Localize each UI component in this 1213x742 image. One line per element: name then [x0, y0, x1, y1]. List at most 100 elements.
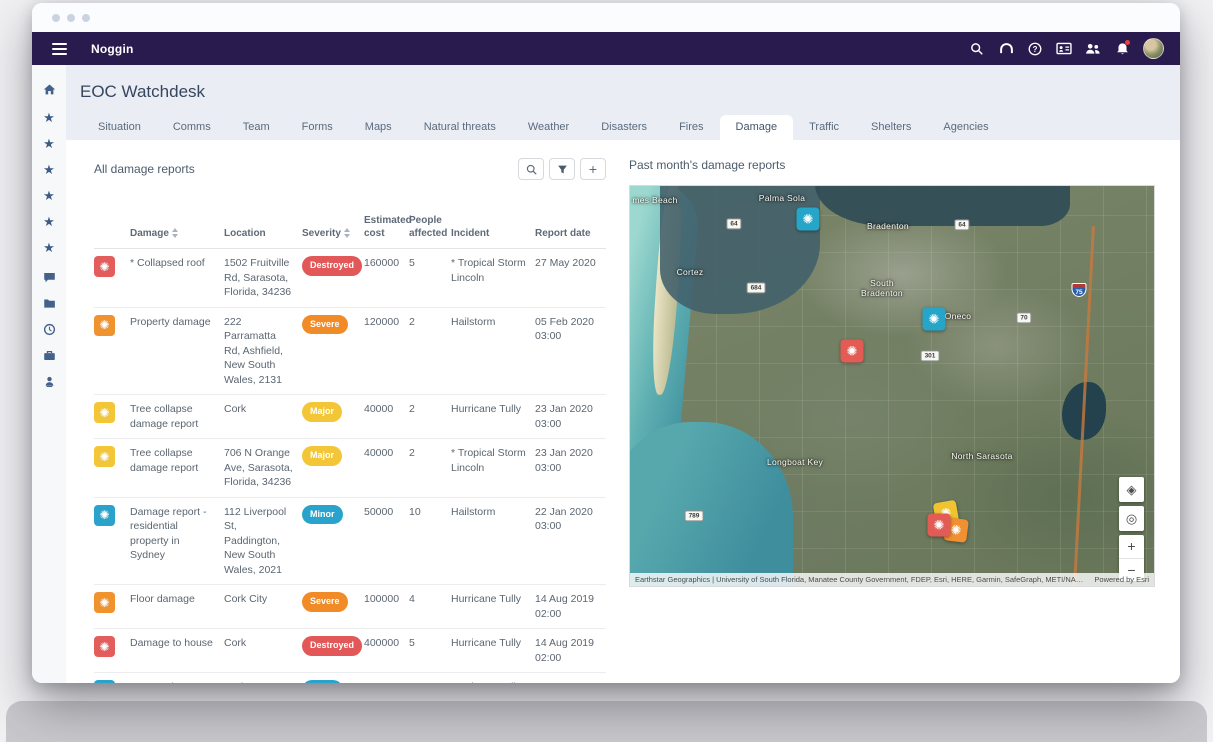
- avatar[interactable]: [1143, 38, 1164, 59]
- column-header-severity[interactable]: Severity: [302, 227, 364, 240]
- burst-icon: ✺: [803, 213, 814, 226]
- tab-maps[interactable]: Maps: [349, 115, 408, 140]
- table-row[interactable]: ✺Tree collapse damage report706 N Orange…: [94, 439, 606, 498]
- map-place-label: mes Beach: [632, 195, 677, 205]
- column-header-damage[interactable]: Damage: [130, 227, 224, 240]
- damage-icon-cell: ✺: [94, 256, 130, 300]
- sidebar-item-chat[interactable]: [32, 267, 66, 293]
- map-panel-title: Past month's damage reports: [629, 158, 1155, 172]
- route-shield: 70: [1016, 312, 1031, 323]
- people-affected-cell: 2: [409, 402, 451, 431]
- burst-icon: ✺: [99, 509, 109, 521]
- add-report-button[interactable]: +: [580, 158, 606, 180]
- map-marker-red[interactable]: ✺: [841, 340, 864, 363]
- table-row[interactable]: ✺Damage to houseCorkDestroyed4000005Hurr…: [94, 629, 606, 673]
- table-row[interactable]: ✺Damage report - residential property in…: [94, 498, 606, 586]
- sidebar-item-star-5[interactable]: ★: [32, 209, 66, 235]
- burst-icon: ✺: [99, 407, 109, 419]
- map-canvas[interactable]: mes BeachPalma SolaBradentonCortezSouth …: [629, 185, 1155, 587]
- map-marker-teal[interactable]: ✺: [923, 308, 946, 331]
- tab-natural-threats[interactable]: Natural threats: [408, 115, 512, 140]
- map-marker-red[interactable]: ✺: [928, 514, 951, 537]
- damage-icon-cell: ✺: [94, 636, 130, 665]
- table-row[interactable]: ✺Garage door damage reportCorkMinor10004…: [94, 673, 606, 683]
- cost-cell: 1000: [364, 680, 409, 683]
- incident-cell: Hurricane Tully: [451, 636, 535, 665]
- map-place-label: Bradenton: [867, 221, 909, 231]
- damage-type-icon: ✺: [94, 256, 115, 277]
- severity-badge: Severe: [302, 315, 348, 335]
- headset-icon[interactable]: [998, 41, 1014, 57]
- damage-type-icon: ✺: [94, 446, 115, 467]
- location-cell: Cork: [224, 636, 302, 665]
- tab-disasters[interactable]: Disasters: [585, 115, 663, 140]
- column-label: Estimated cost: [364, 214, 412, 240]
- table-row[interactable]: ✺Floor damageCork CitySevere1000004Hurri…: [94, 585, 606, 629]
- help-icon[interactable]: ?: [1027, 41, 1043, 57]
- left-icon-rail: ★★★★★★: [32, 65, 66, 683]
- map-place-label: Oneco: [945, 311, 972, 321]
- contact-card-icon[interactable]: [1056, 41, 1072, 57]
- people-affected-cell: 4: [409, 680, 451, 683]
- burst-icon: ✺: [950, 523, 962, 537]
- desktop-background: Noggin ? ★★★★★★ EOC Watchdesk SituationC…: [0, 0, 1213, 742]
- tab-traffic[interactable]: Traffic: [793, 115, 855, 140]
- tab-forms[interactable]: Forms: [286, 115, 349, 140]
- damage-icon-cell: ✺: [94, 315, 130, 388]
- search-button[interactable]: [518, 158, 544, 180]
- tab-situation[interactable]: Situation: [82, 115, 157, 140]
- report-date-cell: 23 Jan 2020 03:00: [535, 446, 606, 490]
- severity-cell: Minor: [302, 505, 364, 578]
- map-place-label: Longboat Key: [767, 457, 823, 467]
- basemap-button[interactable]: ◈: [1119, 477, 1144, 502]
- incident-cell: * Tropical Storm Lincoln: [451, 256, 535, 300]
- tab-panel-damage: All damage reports +: [66, 140, 1180, 683]
- table-row[interactable]: ✺Tree collapse damage reportCorkMajor400…: [94, 395, 606, 439]
- sidebar-item-star-4[interactable]: ★: [32, 183, 66, 209]
- route-shield: 789: [685, 510, 704, 521]
- damage-type-icon: ✺: [94, 402, 115, 423]
- sidebar-item-clock[interactable]: [32, 319, 66, 345]
- search-icon[interactable]: [969, 41, 985, 57]
- severity-badge: Major: [302, 402, 342, 422]
- sidebar-item-person[interactable]: [32, 371, 66, 397]
- sidebar-item-star-1[interactable]: ★: [32, 105, 66, 131]
- sidebar-item-star-2[interactable]: ★: [32, 131, 66, 157]
- map-water-bay: [660, 186, 820, 314]
- damage-icon-cell: ✺: [94, 402, 130, 431]
- zoom-in-button[interactable]: +: [1119, 535, 1144, 558]
- sidebar-item-star-6[interactable]: ★: [32, 235, 66, 261]
- location-cell: 706 N Orange Ave, Sarasota, Florida, 342…: [224, 446, 302, 490]
- clock-icon: [43, 323, 56, 341]
- severity-cell: Severe: [302, 592, 364, 621]
- table-row[interactable]: ✺* Collapsed roof1502 Fruitville Rd, Sar…: [94, 249, 606, 308]
- severity-badge: Minor: [302, 680, 343, 683]
- column-header-incident: Incident: [451, 227, 535, 240]
- menu-icon[interactable]: [52, 43, 67, 55]
- window-dot: [82, 14, 90, 22]
- sidebar-item-folder[interactable]: [32, 293, 66, 319]
- people-icon[interactable]: [1085, 41, 1101, 57]
- sidebar-item-star-3[interactable]: ★: [32, 157, 66, 183]
- tab-shelters[interactable]: Shelters: [855, 115, 927, 140]
- tab-weather[interactable]: Weather: [512, 115, 585, 140]
- filter-button[interactable]: [549, 158, 575, 180]
- people-affected-cell: 10: [409, 505, 451, 578]
- tab-damage[interactable]: Damage: [720, 115, 794, 140]
- tab-fires[interactable]: Fires: [663, 115, 719, 140]
- burst-icon: ✺: [99, 319, 109, 331]
- locate-button[interactable]: ◎: [1119, 506, 1144, 531]
- sidebar-item-home[interactable]: [32, 79, 66, 105]
- column-header-estimated-cost: Estimated cost: [364, 214, 409, 240]
- map-place-label: South Bradenton: [853, 278, 911, 298]
- tab-team[interactable]: Team: [227, 115, 286, 140]
- incident-cell: Hailstorm: [451, 505, 535, 578]
- damage-cell: Damage to house: [130, 636, 224, 665]
- sidebar-item-briefcase[interactable]: [32, 345, 66, 371]
- bell-icon[interactable]: [1114, 41, 1130, 57]
- tab-agencies[interactable]: Agencies: [927, 115, 1004, 140]
- table-row[interactable]: ✺Property damage222 Parramatta Rd, Ashfi…: [94, 308, 606, 396]
- map-marker-teal[interactable]: ✺: [797, 208, 820, 231]
- tab-comms[interactable]: Comms: [157, 115, 227, 140]
- damage-icon-cell: ✺: [94, 680, 130, 683]
